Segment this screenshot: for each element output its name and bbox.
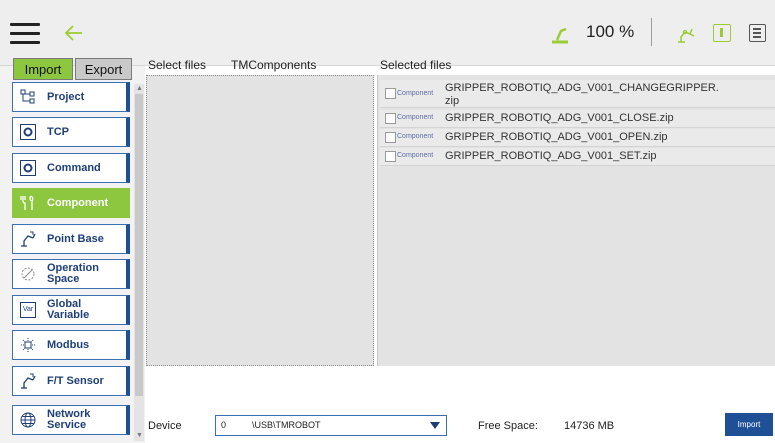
sidebar-item-project[interactable]: Project — [12, 82, 130, 112]
device-path: \USB\TMROBOT — [252, 420, 321, 430]
sidebar-item-modbus[interactable]: Modbus — [12, 330, 130, 360]
speed-value: 100 % — [586, 22, 635, 41]
row-filename: GRIPPER_ROBOTIQ_ADG_V001_OPEN.zip — [445, 131, 668, 143]
sidebar-item-label: Project — [47, 90, 85, 103]
robot-arm-icon[interactable] — [675, 22, 697, 44]
sidebar-item-operation-space[interactable]: Operation Space — [12, 259, 130, 289]
selected-file-row[interactable]: Component GRIPPER_ROBOTIQ_ADG_V001_OPEN.… — [380, 129, 775, 147]
component-tools-icon — [20, 195, 34, 210]
tab-export[interactable]: Export — [75, 58, 132, 80]
sidebar-scroll-thumb[interactable] — [135, 94, 143, 396]
sidebar-item-label: Operation Space — [47, 262, 99, 285]
row-type: Component — [397, 133, 434, 140]
select-files-title: Select files — [148, 58, 207, 72]
sidebar-item-label: Component — [47, 196, 109, 209]
info-icon[interactable] — [713, 24, 731, 42]
selected-file-row[interactable]: Component GRIPPER_ROBOTIQ_ADG_V001_CHANG… — [380, 80, 775, 108]
row-filename: GRIPPER_ROBOTIQ_ADG_V001_CLOSE.zip — [445, 112, 674, 124]
scroll-up-icon[interactable]: ▲ — [136, 85, 143, 92]
import-button[interactable]: Import — [725, 413, 773, 436]
sidebar-item-ft-sensor[interactable]: F/T Sensor — [12, 366, 130, 396]
back-arrow-icon[interactable] — [62, 21, 86, 45]
panel-icon[interactable] — [749, 24, 766, 42]
sidebar-item-point-base[interactable]: Point Base — [12, 224, 130, 254]
row-checkbox[interactable] — [385, 132, 396, 143]
tab-import[interactable]: Import — [13, 58, 73, 80]
row-type: Component — [397, 152, 434, 159]
row-filename: GRIPPER_ROBOTIQ_ADG_V001_SET.zip — [445, 150, 657, 162]
row-checkbox[interactable] — [385, 113, 396, 124]
sidebar-item-command[interactable]: Command — [12, 153, 130, 183]
scroll-down-icon[interactable]: ▼ — [136, 432, 143, 439]
source-folder-label: TMComponents — [231, 58, 317, 72]
sidebar-item-global-variable[interactable]: Var Global Variable — [12, 295, 130, 325]
sidebar-item-label: Network Service — [47, 408, 91, 431]
globe-icon — [20, 412, 36, 428]
operation-space-icon — [21, 267, 35, 281]
sidebar-item-component[interactable]: Component — [12, 188, 130, 218]
sidebar-item-network-service[interactable]: Network Service — [12, 405, 130, 435]
command-gear-icon — [20, 160, 36, 176]
sidebar-item-label: Global Variable — [47, 298, 90, 321]
row-type: Component — [397, 114, 434, 121]
sidebar-item-label: Point Base — [47, 232, 104, 245]
top-bar: 100 % — [0, 0, 775, 66]
selected-files-title: Selected files — [380, 58, 452, 72]
row-filename: GRIPPER_ROBOTIQ_ADG_V001_CHANGEGRIPPER. z… — [445, 82, 719, 107]
sidebar-item-tcp[interactable]: TCP — [12, 117, 130, 147]
speed-icon — [552, 27, 568, 44]
sidebar-item-label: F/T Sensor — [47, 374, 104, 387]
ft-sensor-icon — [21, 373, 36, 389]
selected-file-row[interactable]: Component GRIPPER_ROBOTIQ_ADG_V001_CLOSE… — [380, 110, 775, 128]
device-index: 0 — [221, 420, 227, 430]
project-tree-icon — [20, 89, 35, 104]
device-label: Device — [148, 420, 182, 432]
modbus-icon — [21, 338, 35, 352]
sidebar-item-label: Modbus — [47, 338, 90, 351]
dropdown-arrow-icon[interactable] — [430, 422, 440, 429]
point-base-icon — [21, 231, 36, 247]
row-type: Component — [397, 90, 434, 97]
selected-file-row[interactable]: Component GRIPPER_ROBOTIQ_ADG_V001_SET.z… — [380, 148, 775, 166]
free-space-value: 14736 MB — [564, 420, 615, 432]
file-browser-panel[interactable] — [146, 75, 374, 366]
var-icon: Var — [20, 302, 36, 318]
divider — [651, 18, 652, 46]
tcp-gear-icon — [20, 124, 36, 140]
row-checkbox[interactable] — [385, 88, 396, 99]
sidebar-item-label: TCP — [47, 125, 69, 138]
row-checkbox[interactable] — [385, 151, 396, 162]
device-dropdown[interactable]: 0 \USB\TMROBOT — [215, 415, 447, 436]
menu-icon[interactable] — [10, 23, 40, 45]
free-space-label: Free Space: — [478, 420, 538, 432]
sidebar-item-label: Command — [47, 161, 101, 174]
